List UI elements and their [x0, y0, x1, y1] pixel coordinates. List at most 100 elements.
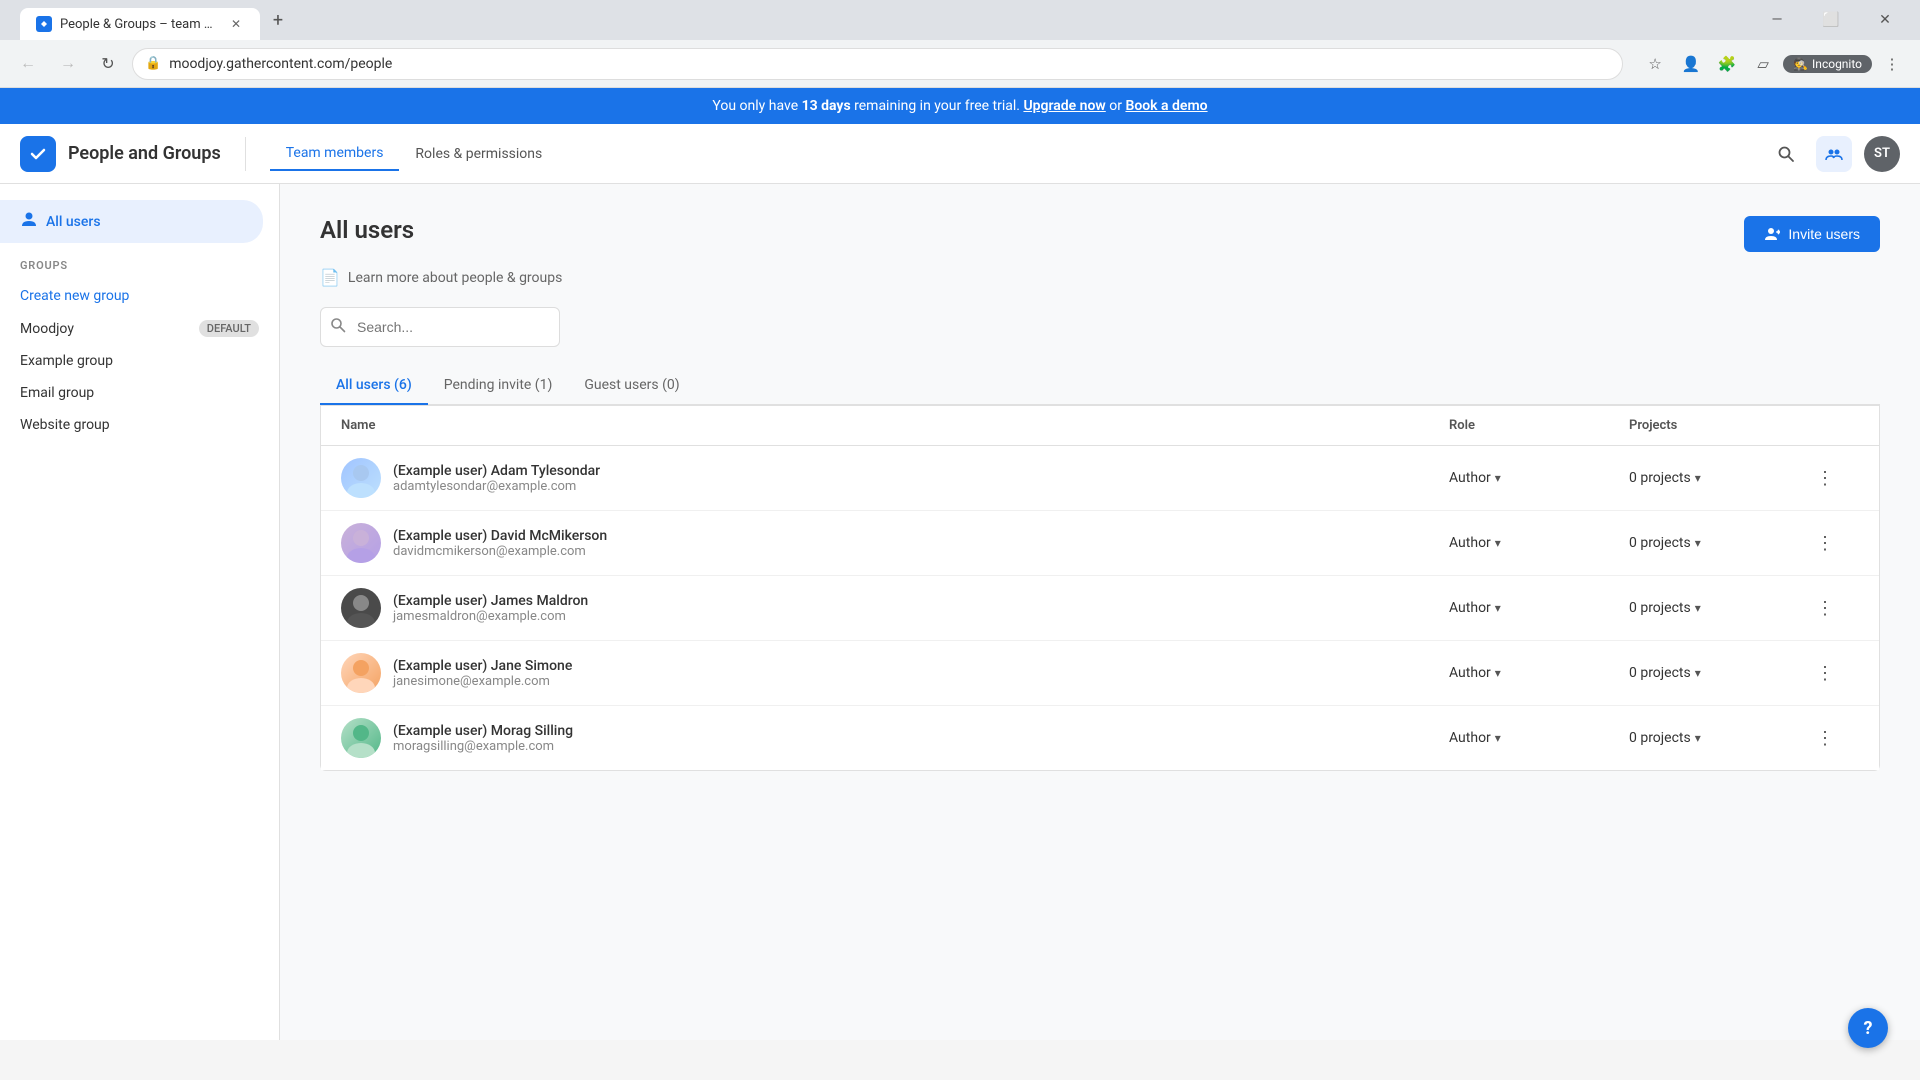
new-tab-button[interactable]: + [264, 6, 292, 34]
role-chevron-icon: ▾ [1495, 601, 1501, 615]
browser-tab-bar: People & Groups – team mem… ✕ + [20, 0, 1746, 40]
sidebar-all-users[interactable]: All users [0, 200, 263, 243]
sidebar-group-example[interactable]: Example group [0, 345, 279, 377]
role-select-morag[interactable]: Author ▾ [1449, 730, 1629, 746]
profile-icon[interactable]: 👤 [1675, 48, 1707, 80]
col-projects: Projects [1629, 418, 1809, 433]
user-name-david: (Example user) David McMikerson [393, 528, 607, 544]
more-options-james[interactable]: ⋮ [1809, 592, 1841, 624]
create-new-group[interactable]: Create new group [0, 280, 279, 312]
avatar-jane [341, 653, 381, 693]
group-name-email: Email group [20, 385, 94, 401]
extensions-icon[interactable]: 🧩 [1711, 48, 1743, 80]
projects-chevron-icon: ▾ [1695, 731, 1701, 745]
app-logo [20, 136, 56, 172]
role-value-david: Author [1449, 535, 1491, 551]
table-header: Name Role Projects [321, 406, 1879, 446]
role-chevron-icon: ▾ [1495, 666, 1501, 680]
tab-pending-invite[interactable]: Pending invite (1) [428, 367, 569, 405]
incognito-badge: 🕵 Incognito [1783, 55, 1872, 73]
book-demo-link[interactable]: Book a demo [1125, 98, 1207, 114]
projects-james[interactable]: 0 projects ▾ [1629, 600, 1809, 616]
more-options-david[interactable]: ⋮ [1809, 527, 1841, 559]
user-email-adam: adamtylesondar@example.com [393, 479, 600, 494]
bookmark-star-icon[interactable]: ☆ [1639, 48, 1671, 80]
user-email-david: davidmcmikerson@example.com [393, 544, 607, 559]
minimize-button[interactable]: — [1754, 5, 1800, 35]
groups-header: GROUPS [0, 243, 279, 280]
nav-team-members[interactable]: Team members [270, 137, 400, 171]
back-button[interactable]: ← [12, 48, 44, 80]
group-name-website: Website group [20, 417, 110, 433]
trial-banner: You only have 13 days remaining in your … [0, 88, 1920, 124]
nav-roles-permissions[interactable]: Roles & permissions [399, 138, 558, 170]
role-select-adam[interactable]: Author ▾ [1449, 470, 1629, 486]
projects-value-adam: 0 projects [1629, 470, 1691, 486]
table-row: (Example user) Morag Silling moragsillin… [321, 706, 1879, 770]
group-name-example: Example group [20, 353, 113, 369]
col-role: Role [1449, 418, 1629, 433]
sidebar-icon[interactable]: ▱ [1747, 48, 1779, 80]
sidebar-group-moodjoy[interactable]: Moodjoy DEFAULT [0, 312, 279, 345]
role-value-jane: Author [1449, 665, 1491, 681]
tab-all-users[interactable]: All users (6) [320, 367, 428, 405]
search-container [320, 307, 560, 347]
user-avatar[interactable]: ST [1864, 136, 1900, 172]
table-row: (Example user) Adam Tylesondar adamtyles… [321, 446, 1879, 511]
user-name-james: (Example user) James Maldron [393, 593, 588, 609]
more-options-morag[interactable]: ⋮ [1809, 722, 1841, 754]
projects-value-jane: 0 projects [1629, 665, 1691, 681]
role-select-david[interactable]: Author ▾ [1449, 535, 1629, 551]
upgrade-now-link[interactable]: Upgrade now [1023, 98, 1105, 114]
group-name-moodjoy: Moodjoy [20, 321, 74, 337]
close-button[interactable]: ✕ [1862, 5, 1908, 35]
role-select-james[interactable]: Author ▾ [1449, 600, 1629, 616]
user-name-adam: (Example user) Adam Tylesondar [393, 463, 600, 479]
avatar-morag [341, 718, 381, 758]
trial-or: or [1106, 98, 1126, 114]
help-button[interactable]: ? [1848, 1008, 1888, 1048]
forward-button[interactable]: → [52, 48, 84, 80]
maximize-button[interactable]: ⬜ [1808, 5, 1854, 35]
more-options-jane[interactable]: ⋮ [1809, 657, 1841, 689]
groups-button[interactable] [1816, 136, 1852, 172]
projects-chevron-icon: ▾ [1695, 601, 1701, 615]
user-info-james: (Example user) James Maldron jamesmaldro… [341, 588, 1449, 628]
role-select-jane[interactable]: Author ▾ [1449, 665, 1629, 681]
tab-favicon [36, 16, 52, 32]
user-email-james: jamesmaldron@example.com [393, 609, 588, 624]
incognito-label: Incognito [1812, 57, 1862, 71]
address-bar[interactable]: 🔒 moodjoy.gathercontent.com/people [132, 48, 1623, 80]
learn-more-link[interactable]: 📄 Learn more about people & groups [320, 268, 1880, 287]
avatar-david [341, 523, 381, 563]
projects-jane[interactable]: 0 projects ▾ [1629, 665, 1809, 681]
search-input[interactable] [320, 307, 560, 347]
tab-title: People & Groups – team mem… [60, 17, 220, 32]
role-chevron-icon: ▾ [1495, 536, 1501, 550]
role-chevron-icon: ▾ [1495, 471, 1501, 485]
projects-value-morag: 0 projects [1629, 730, 1691, 746]
more-options-adam[interactable]: ⋮ [1809, 462, 1841, 494]
projects-david[interactable]: 0 projects ▾ [1629, 535, 1809, 551]
invite-users-button[interactable]: Invite users [1744, 216, 1880, 252]
tab-guest-users[interactable]: Guest users (0) [568, 367, 695, 405]
more-options-icon[interactable]: ⋮ [1876, 48, 1908, 80]
projects-adam[interactable]: 0 projects ▾ [1629, 470, 1809, 486]
user-tabs: All users (6) Pending invite (1) Guest u… [320, 367, 1880, 405]
user-info-morag: (Example user) Morag Silling moragsillin… [341, 718, 1449, 758]
app-header: People and Groups Team members Roles & p… [0, 124, 1920, 184]
invite-users-label: Invite users [1788, 226, 1860, 242]
sidebar-group-email[interactable]: Email group [0, 377, 279, 409]
header-actions: ST [1768, 136, 1900, 172]
learn-more-label: Learn more about people & groups [348, 270, 562, 286]
page-title: All users [320, 216, 414, 244]
projects-morag[interactable]: 0 projects ▾ [1629, 730, 1809, 746]
search-icon [330, 317, 346, 337]
sidebar-group-website[interactable]: Website group [0, 409, 279, 441]
app-title: People and Groups [68, 143, 221, 164]
role-value-adam: Author [1449, 470, 1491, 486]
tab-close-btn[interactable]: ✕ [228, 16, 244, 32]
refresh-button[interactable]: ↻ [92, 48, 124, 80]
trial-days: 13 days [802, 98, 851, 114]
search-button[interactable] [1768, 136, 1804, 172]
